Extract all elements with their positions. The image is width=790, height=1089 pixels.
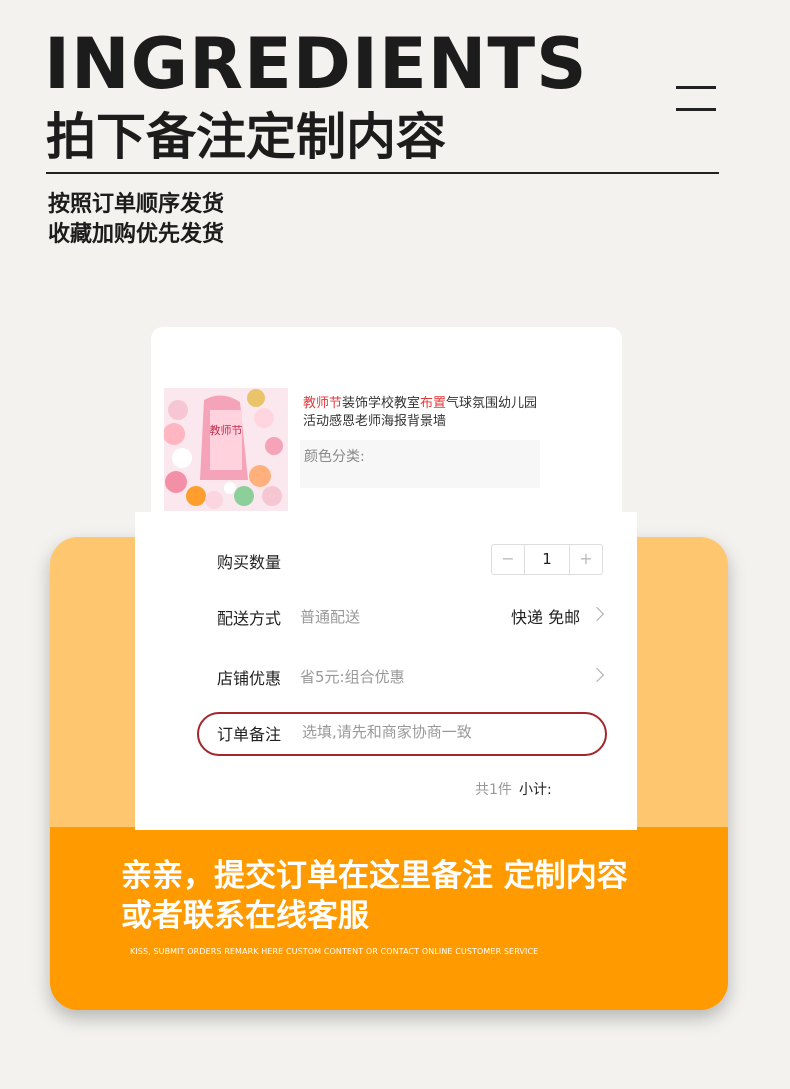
decrement-button[interactable]: − (492, 545, 525, 574)
shipping-note: 按照订单顺序发货 收藏加购优先发货 (48, 190, 224, 250)
menu-icon[interactable] (676, 86, 716, 112)
shipping-note-line: 按照订单顺序发货 (48, 192, 225, 217)
product-title-part: 教师节 (303, 396, 343, 411)
page-title: INGREDIENTS (44, 23, 588, 105)
product-title-part: 装饰学校教室 (342, 396, 421, 411)
balloon-decoration-image: 教师节 (164, 388, 288, 511)
svg-text:教师节: 教师节 (210, 424, 243, 437)
header-divider (46, 172, 719, 174)
quantity-value[interactable]: 1 (525, 545, 569, 574)
banner-english: KISS, SUBMIT ORDERS REMARK HERE CUSTOM C… (130, 947, 539, 956)
page-subtitle: 拍下备注定制内容 (46, 108, 446, 166)
item-count: 共1件 (475, 782, 512, 798)
quantity-stepper: − 1 + (491, 544, 603, 575)
remark-label: 订单备注 (217, 725, 282, 744)
banner-line-2: 或者联系在线客服 (121, 898, 369, 934)
product-title[interactable]: 教师节装饰学校教室布置气球氛围幼儿园活动感恩老师海报背景墙 (303, 395, 543, 431)
variant-label: 颜色分类: (304, 449, 365, 465)
increment-button[interactable]: + (569, 545, 602, 574)
shipping-label: 配送方式 (217, 609, 282, 628)
coupon-value[interactable]: 省5元:组合优惠 (300, 666, 405, 687)
remark-input[interactable] (302, 719, 592, 745)
product-thumbnail[interactable]: 教师节 (164, 388, 288, 511)
quantity-label: 购买数量 (217, 553, 282, 572)
shipping-fee[interactable]: 快递 免邮 (511, 604, 580, 628)
banner-line-1: 亲亲，提交订单在这里备注 定制内容 (121, 858, 628, 894)
product-title-part: 布置 (420, 396, 447, 411)
coupon-label: 店铺优惠 (217, 669, 282, 688)
shipping-note-line: 收藏加购优先发货 (48, 222, 225, 247)
subtotal-label: 小计: (519, 782, 552, 798)
shipping-method[interactable]: 普通配送 (300, 606, 360, 627)
